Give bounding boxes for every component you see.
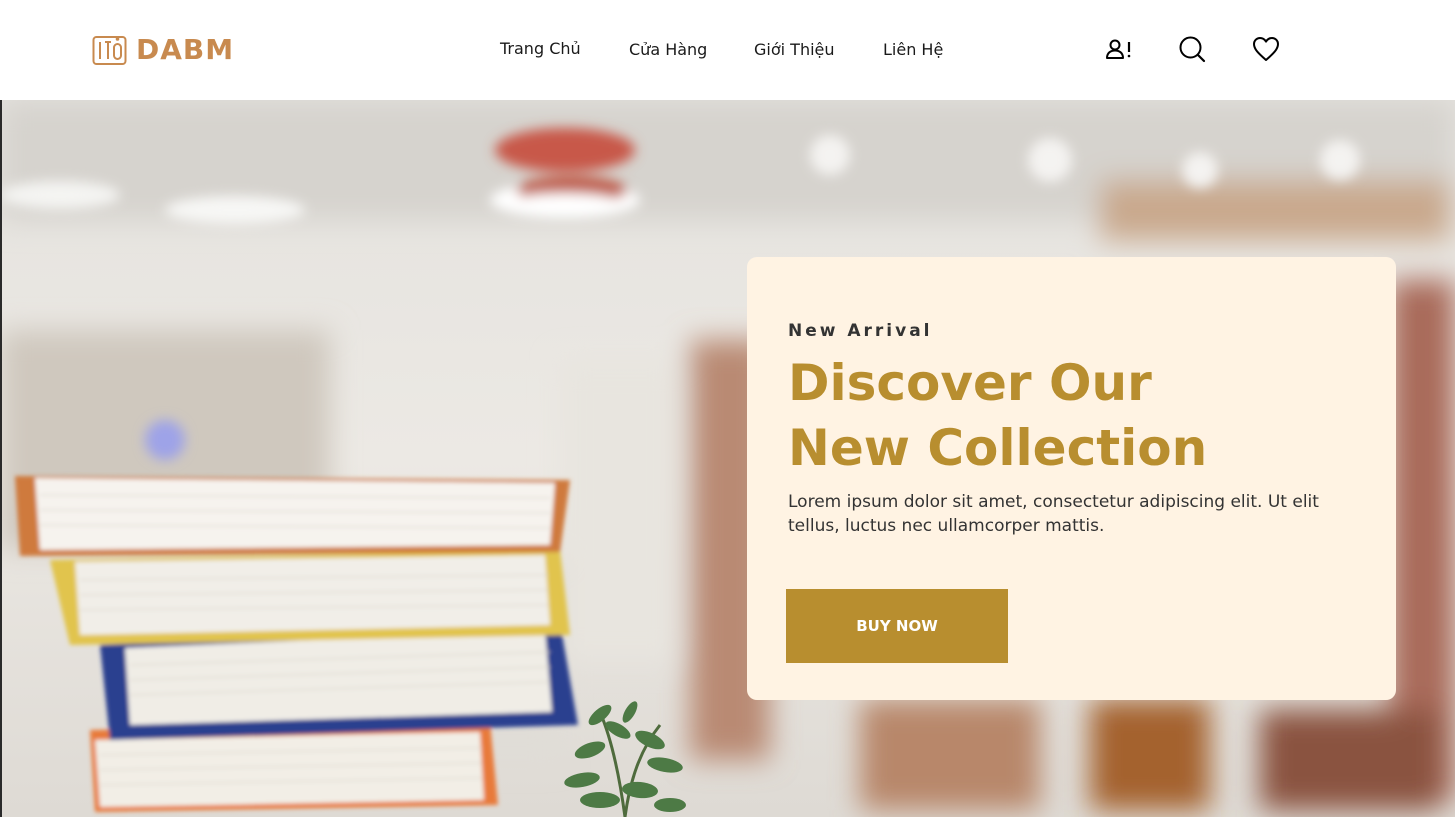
hero-headline-line-1: Discover Our <box>788 354 1152 412</box>
hero-card: New Arrival Discover Our New Collection … <box>747 257 1396 700</box>
nav-item-home[interactable]: Trang Chủ <box>500 37 581 61</box>
buy-now-button[interactable]: BUY NOW <box>786 589 1008 663</box>
account-alert-icon <box>1106 39 1131 59</box>
search-icon <box>1179 36 1206 63</box>
search-button[interactable] <box>1177 34 1207 64</box>
hero-eyebrow: New Arrival <box>788 321 933 341</box>
main-nav: Trang Chủ Cửa Hàng Giới Thiệu Liên Hệ <box>0 38 1455 62</box>
hero-description: Lorem ipsum dolor sit amet, consectetur … <box>788 492 1319 536</box>
hero-headline-line-2: New Collection <box>788 419 1208 477</box>
site-header: DABM Trang Chủ Cửa Hàng Giới Thiệu Liên … <box>0 0 1455 100</box>
nav-item-contact[interactable]: Liên Hệ <box>883 38 943 62</box>
hero-headline: Discover Our New Collection <box>788 351 1348 481</box>
nav-item-about[interactable]: Giới Thiệu <box>754 38 835 62</box>
nav-item-shop[interactable]: Cửa Hàng <box>629 38 707 62</box>
hero-banner: New Arrival Discover Our New Collection … <box>0 100 1455 817</box>
account-button[interactable] <box>1104 34 1134 64</box>
hero-left-edge <box>0 100 2 817</box>
heart-icon <box>1253 37 1279 61</box>
wishlist-button[interactable] <box>1251 34 1281 64</box>
